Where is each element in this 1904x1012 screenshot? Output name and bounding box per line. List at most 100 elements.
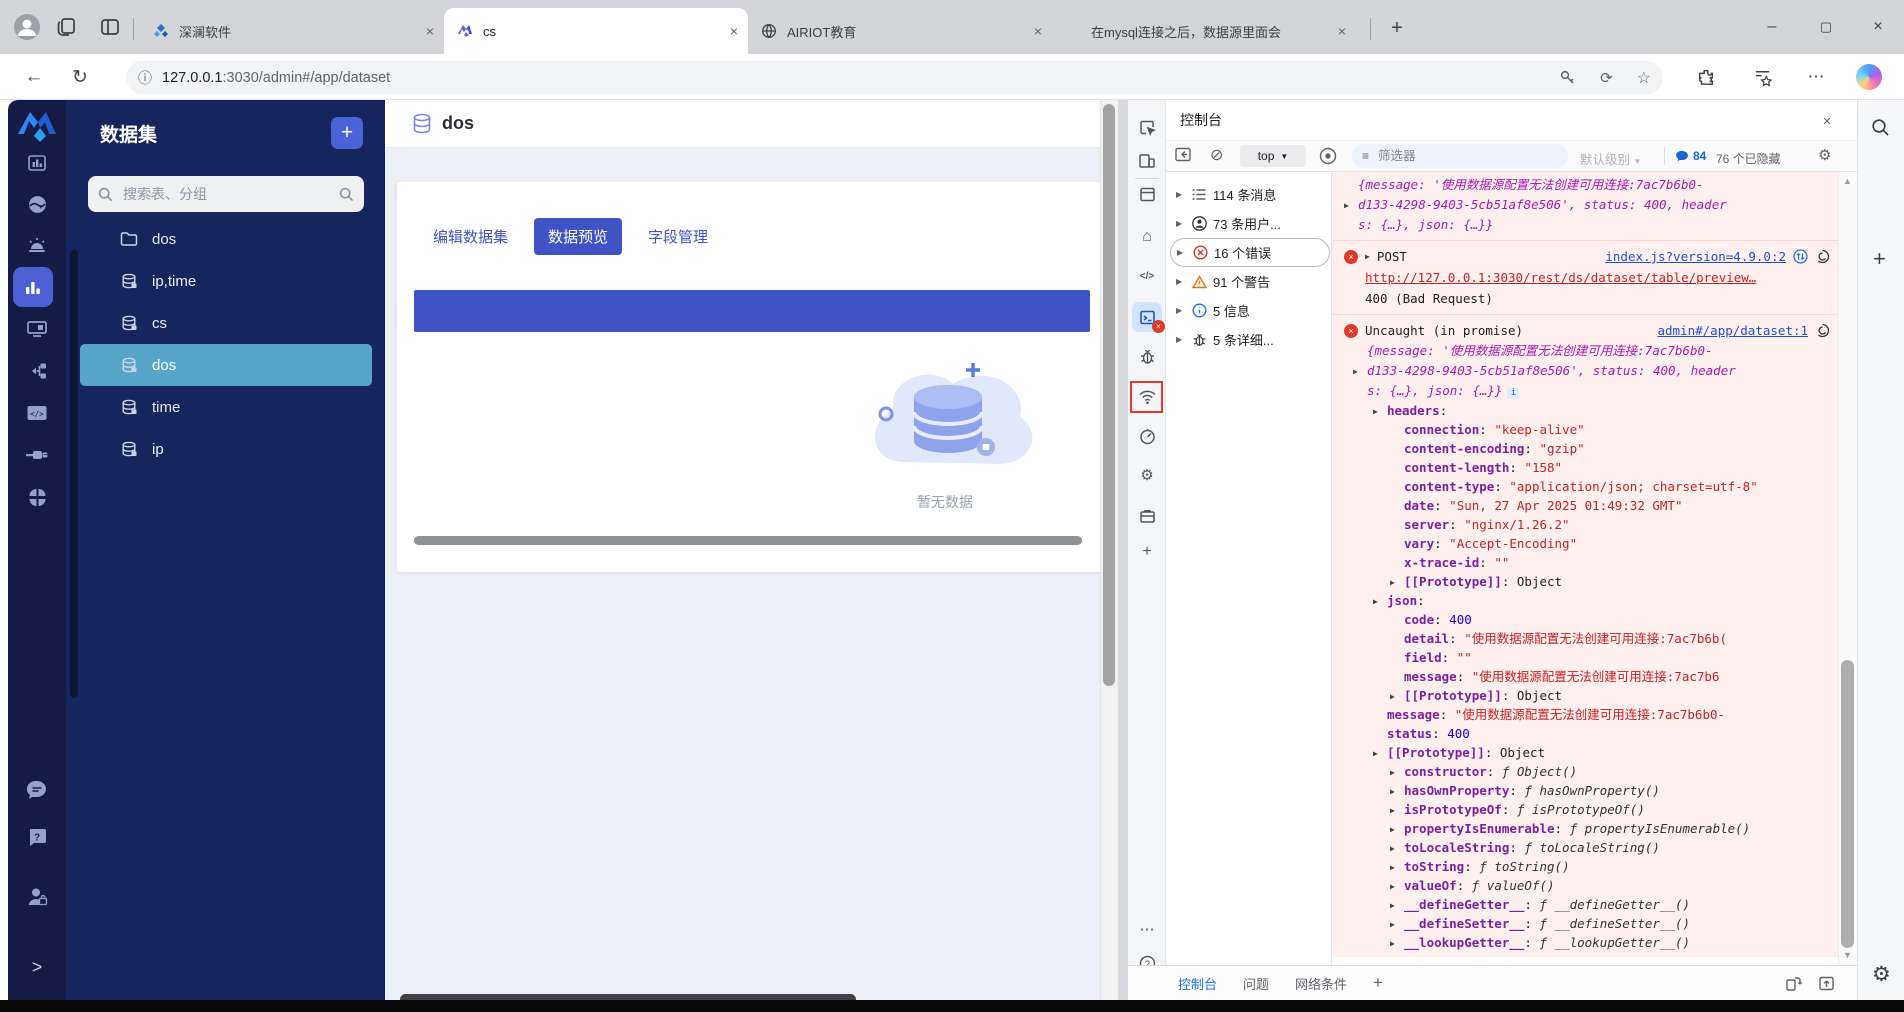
tree-value[interactable]: 400 [1449,612,1472,627]
live-expression-eye-icon[interactable] [1318,146,1338,171]
console-tree-row[interactable]: ▶toString: ƒ toString() [1344,857,1830,876]
filter-input[interactable] [1376,148,1558,164]
tree-key[interactable]: x-trace-id [1404,555,1479,570]
tree-key[interactable]: valueOf [1404,878,1457,893]
tree-value[interactable]: "Sun, 27 Apr 2025 01:49:32 GMT" [1449,498,1682,513]
vertical-tabs-icon[interactable] [96,13,124,41]
tree-key[interactable]: toString [1404,859,1464,874]
tree-value[interactable]: "使用数据源配置无法创建可用连接:7ac7b6b0- [1455,707,1725,722]
console-tree-row[interactable]: ▶valueOf: ƒ valueOf() [1344,876,1830,895]
dataset-item[interactable]: ip,time [80,260,372,302]
tree-key[interactable]: hasOwnProperty [1404,783,1509,798]
clear-console-icon[interactable]: ⊘ [1210,145,1223,165]
expander-arrow-icon[interactable]: ▶ [1176,335,1185,344]
browser-tab[interactable]: 在mysql连接之后，数据源里面会× [1052,8,1356,54]
expander-arrow-icon[interactable]: ▶ [1176,306,1185,315]
console-tree-row[interactable]: date: "Sun, 27 Apr 2025 01:49:32 GMT" [1344,496,1830,515]
expander-arrow-icon[interactable]: ▶ [1390,573,1395,592]
console-tree-row[interactable]: content-encoding: "gzip" [1344,439,1830,458]
expander-arrow-icon[interactable]: ▶ [1373,744,1378,763]
console-filter-row[interactable]: ▶5 信息 [1170,296,1330,325]
tab-edit-dataset[interactable]: 编辑数据集 [433,226,508,247]
browser-tab[interactable]: cs× [444,8,748,54]
expander-arrow-icon[interactable]: ▶ [1344,196,1349,216]
tree-key[interactable]: __lookupGetter__ [1404,935,1524,950]
dataset-item[interactable]: dos [80,344,372,386]
console-sidebar-toggle-icon[interactable] [1174,146,1196,166]
add-dataset-button[interactable]: + [331,117,363,149]
favorite-star-icon[interactable]: ☆ [1637,68,1651,88]
console-entry-object-preview[interactable]: ▶ {message: '使用数据源配置无法创建可用连接:7ac7b6b0- d… [1332,172,1838,241]
error-icon[interactable] [1192,245,1208,261]
drawer-tab-console[interactable]: 控制台 [1178,974,1217,993]
network-request-icon[interactable] [1793,249,1808,264]
console-filter-box[interactable]: ≡ [1352,144,1568,168]
main-scrollbar-thumb[interactable] [1103,104,1115,686]
back-icon[interactable]: ← [18,62,50,92]
tree-value[interactable]: "" [1494,555,1509,570]
tree-value[interactable]: "158" [1524,460,1562,475]
window-close-button[interactable]: × [1858,16,1898,38]
tree-value[interactable]: ƒ isPrototypeOf() [1517,802,1645,817]
tree-value[interactable]: ƒ Object() [1502,764,1577,779]
tree-key[interactable]: detail [1404,631,1449,646]
tab-close-icon[interactable]: × [730,23,738,39]
tree-key[interactable]: message [1387,707,1440,722]
airiot-logo[interactable] [16,108,58,144]
map-icon[interactable] [18,189,56,219]
message-icon[interactable] [18,774,56,804]
tab-field-management[interactable]: 字段管理 [648,226,708,247]
profile-avatar[interactable] [12,12,42,42]
expander-arrow-icon[interactable]: ▶ [1390,763,1395,782]
search-icon[interactable] [339,187,354,202]
expander-arrow-icon[interactable]: ▶ [1390,934,1395,953]
devtools-divider[interactable] [1118,100,1128,1000]
database-icon[interactable] [120,356,138,374]
window-maximize-button[interactable]: ▢ [1806,16,1846,38]
device-toolbar-icon[interactable] [1133,147,1161,175]
tree-key[interactable]: [[Prototype]] [1404,688,1502,703]
tab-close-icon[interactable]: × [1034,23,1042,39]
database-icon[interactable] [120,272,138,290]
tree-value[interactable]: ƒ __lookupGetter__() [1539,935,1690,950]
sources-bug-icon[interactable] [1133,342,1161,370]
expander-arrow-icon[interactable]: ▶ [1390,687,1395,706]
tree-key[interactable]: code [1404,612,1434,627]
dataset-item[interactable]: dos [80,218,372,260]
tree-key[interactable]: vary [1404,536,1434,551]
database-icon[interactable] [120,440,138,458]
tree-key[interactable]: toLocaleString [1404,840,1509,855]
console-tree-row[interactable]: content-length: "158" [1344,458,1830,477]
tree-value[interactable]: Object [1500,745,1545,760]
context-selector[interactable]: top ▼ [1240,145,1306,167]
list-icon[interactable] [1191,187,1207,203]
browser-tab[interactable]: 深澜软件× [140,8,444,54]
tree-value[interactable]: "nginx/1.26.2" [1464,517,1569,532]
dataset-item[interactable]: ip [80,428,372,470]
expander-arrow-icon[interactable]: ▶ [1390,839,1395,858]
tab-close-icon[interactable]: × [1338,23,1346,39]
expander-arrow-icon[interactable]: ▶ [1390,896,1395,915]
tree-key[interactable]: content-length [1404,460,1509,475]
database-icon[interactable] [120,398,138,416]
database-icon[interactable] [120,314,138,332]
console-filter-label[interactable]: 16 个错误 [1214,243,1271,262]
tree-key[interactable]: __defineSetter__ [1404,916,1524,931]
tree-value[interactable]: "使用数据源配置无法创建可用连接:7ac7b6b( [1464,631,1727,646]
export-panel-icon[interactable] [1818,975,1835,992]
console-tree-row[interactable]: x-trace-id: "" [1344,553,1830,572]
dataset-item-label[interactable]: dos [152,357,176,374]
message-count[interactable]: 84 [1676,149,1706,163]
tree-key[interactable]: content-encoding [1404,441,1524,456]
memory-panel-icon[interactable]: ⚙ [1133,461,1161,489]
collections-icon[interactable] [1748,62,1776,92]
drawer-tab-network-conditions[interactable]: 网络条件 [1295,974,1347,993]
more-tools-add-icon[interactable]: + [1133,538,1161,566]
user-permission-icon[interactable] [18,882,56,912]
console-tree-row[interactable]: ▶propertyIsEnumerable: ƒ propertyIsEnume… [1344,819,1830,838]
scroll-down-icon[interactable]: ▼ [1843,950,1852,960]
none-icon[interactable] [1064,22,1082,40]
apps-grid-icon[interactable] [18,482,56,512]
dataset-item-label[interactable]: ip,time [152,273,196,290]
console-tree-row[interactable]: ▶isPrototypeOf: ƒ isPrototypeOf() [1344,800,1830,819]
